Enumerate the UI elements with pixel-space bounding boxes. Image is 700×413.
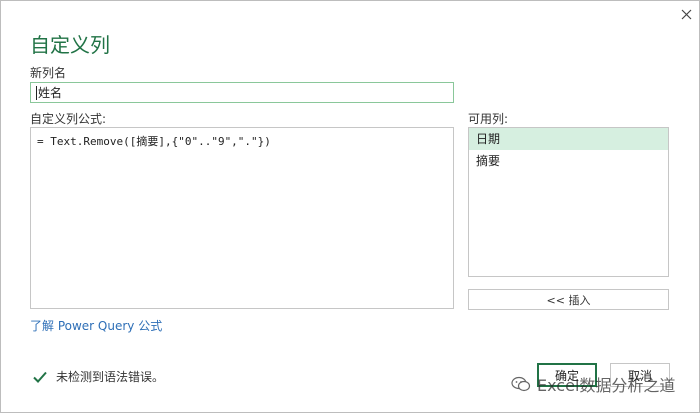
formula-text: = Text.Remove([摘要],{"0".."9","."}) bbox=[37, 135, 271, 148]
available-columns-label: 可用列: bbox=[468, 112, 509, 126]
watermark: Excel数据分析之道 bbox=[511, 372, 675, 396]
custom-column-dialog: 自定义列 新列名 姓名 自定义列公式: = Text.Remove([摘要],{… bbox=[0, 0, 700, 413]
formula-editor[interactable]: = Text.Remove([摘要],{"0".."9","."}) bbox=[30, 127, 454, 309]
watermark-text: Excel数据分析之道 bbox=[537, 376, 676, 395]
formula-label: 自定义列公式: bbox=[30, 112, 107, 126]
new-column-name-input[interactable]: 姓名 bbox=[30, 82, 454, 103]
insert-button[interactable]: << 插入 bbox=[468, 289, 669, 310]
dialog-title: 自定义列 bbox=[30, 33, 110, 57]
learn-power-query-link[interactable]: 了解 Power Query 公式 bbox=[30, 317, 162, 334]
column-item-date[interactable]: 日期 bbox=[469, 128, 668, 150]
new-column-name-value: 姓名 bbox=[38, 86, 63, 100]
close-button[interactable] bbox=[677, 5, 695, 23]
available-columns-list[interactable]: 日期 摘要 bbox=[468, 127, 669, 277]
check-icon bbox=[33, 371, 47, 383]
new-column-name-label: 新列名 bbox=[30, 66, 67, 80]
close-icon bbox=[681, 9, 691, 19]
text-caret bbox=[36, 85, 37, 100]
syntax-status: 未检测到语法错误。 bbox=[32, 368, 164, 385]
wechat-icon bbox=[511, 376, 531, 392]
status-text: 未检测到语法错误。 bbox=[56, 370, 165, 384]
column-item-summary[interactable]: 摘要 bbox=[469, 150, 668, 172]
